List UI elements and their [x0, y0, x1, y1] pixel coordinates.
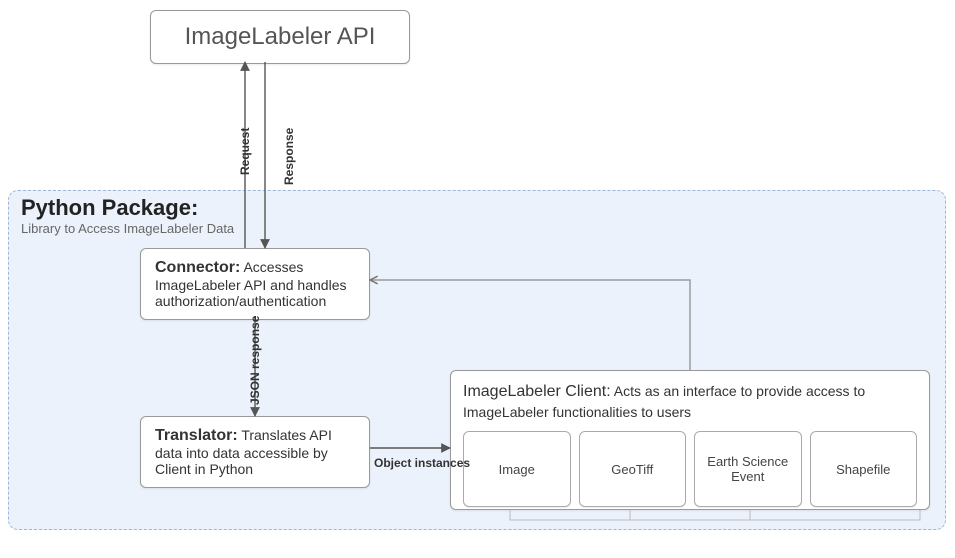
- client-title: ImageLabeler Client:: [463, 383, 611, 400]
- edge-label-request: Request: [238, 128, 252, 175]
- client-header: ImageLabeler Client: Acts as an interfac…: [463, 381, 917, 421]
- edge-label-response: Response: [282, 128, 296, 185]
- client-item-geotiff: GeoTiff: [579, 431, 687, 507]
- translator-title: Translator:: [155, 427, 238, 444]
- connector-box: Connector: Accesses ImageLabeler API and…: [140, 248, 370, 320]
- api-box: ImageLabeler API: [150, 10, 410, 64]
- client-items-row: Image GeoTiff Earth Science Event Shapef…: [463, 431, 917, 507]
- client-item-image: Image: [463, 431, 571, 507]
- client-box: ImageLabeler Client: Acts as an interfac…: [450, 370, 930, 510]
- client-item-shapefile: Shapefile: [810, 431, 918, 507]
- python-package-title: Python Package:: [21, 195, 933, 221]
- connector-title: Connector:: [155, 259, 240, 276]
- translator-box: Translator: Translates API data into dat…: [140, 416, 370, 488]
- edge-label-json-response: JSON response: [248, 316, 262, 405]
- python-package-subtitle: Library to Access ImageLabeler Data: [21, 221, 241, 238]
- client-item-earth-science-event: Earth Science Event: [694, 431, 802, 507]
- diagram-canvas: Python Package: Library to Access ImageL…: [0, 0, 955, 558]
- edge-label-object-instances: Object instances: [374, 456, 470, 470]
- api-title: ImageLabeler API: [185, 23, 376, 50]
